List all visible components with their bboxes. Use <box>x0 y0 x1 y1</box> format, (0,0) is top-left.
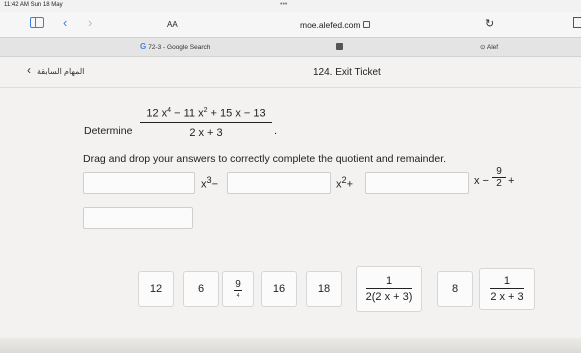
dividend: 12 x4 − 11 x2 + 15 x − 13 <box>140 107 272 123</box>
back-chevron-icon[interactable]: ‹ <box>27 63 31 77</box>
division-expression: 12 x4 − 11 x2 + 15 x − 13 2 x + 3 <box>140 107 272 139</box>
option-label: 6 <box>197 283 205 295</box>
screen-bottom-edge <box>0 338 581 353</box>
option-numerator: 1 <box>365 275 413 289</box>
status-time: 11:42 AM Sun 18 May <box>4 2 63 8</box>
drop-zone-2[interactable] <box>227 172 331 194</box>
divisor: 2 x + 3 <box>189 126 223 139</box>
option-numerator: 9 <box>234 279 242 291</box>
instruction-text: Drag and drop your answers to correctly … <box>83 153 447 165</box>
text-size-button[interactable]: AA <box>167 20 178 29</box>
browser-back-icon[interactable]: ‹ <box>63 15 67 30</box>
option-tile[interactable]: 1 2 x + 3 <box>479 268 535 310</box>
drop-zone-4[interactable] <box>83 207 193 229</box>
option-denominator: 2(2 x + 3) <box>365 291 413 303</box>
option-tile[interactable]: 94 <box>222 271 254 307</box>
option-numerator: 1 <box>490 275 524 289</box>
tab-close-icon[interactable] <box>336 43 343 50</box>
app-header: ‹ المهام السابقة 124. Exit Ticket <box>0 57 581 88</box>
option-tile[interactable]: 6 <box>183 271 219 307</box>
option-tile[interactable]: 1 2(2 x + 3) <box>356 266 422 312</box>
tab-google-search[interactable]: G 72-3 - Google Search <box>140 42 210 51</box>
reload-icon[interactable]: ↻ <box>485 17 494 30</box>
address-bar[interactable]: moe.alefed.com <box>300 20 371 30</box>
option-label: 8 <box>451 283 459 295</box>
sidebar-toggle-icon[interactable] <box>30 17 44 28</box>
status-bar: 11:42 AM Sun 18 May ••• <box>0 0 581 12</box>
browser-toolbar: ‹ › AA moe.alefed.com ↻ <box>0 12 581 37</box>
browser-forward-icon[interactable]: › <box>88 15 92 30</box>
option-tile[interactable]: 16 <box>261 271 297 307</box>
tab-alef[interactable]: ⊙ Alef <box>480 43 498 51</box>
determine-label: Determine <box>84 125 133 137</box>
google-icon: G <box>140 42 147 51</box>
option-denominator: 2 x + 3 <box>490 291 524 303</box>
tab-label: 72-3 - Google Search <box>148 44 211 51</box>
lock-icon <box>363 21 371 28</box>
term-x-cubed: x3− <box>201 175 219 191</box>
sentence-period: . <box>274 125 278 137</box>
back-link[interactable]: المهام السابقة <box>37 67 84 76</box>
option-tile[interactable]: 12 <box>138 271 174 307</box>
share-icon[interactable] <box>573 17 581 28</box>
tabs-bar: G 72-3 - Google Search ⊙ Alef <box>0 37 581 57</box>
option-label: 18 <box>317 283 331 295</box>
term-x-minus: x − <box>474 175 489 187</box>
drop-zone-3[interactable] <box>365 172 469 194</box>
frac-denominator: 2 <box>496 178 502 189</box>
option-tile[interactable]: 8 <box>437 271 473 307</box>
drop-zone-1[interactable] <box>83 172 195 194</box>
frac-numerator: 9 <box>492 166 506 178</box>
multitask-dots[interactable]: ••• <box>280 1 287 8</box>
option-label: 12 <box>149 283 163 295</box>
fraction-nine-halves: 9 2 <box>492 166 506 189</box>
term-x-squared: x2+ <box>336 175 354 191</box>
option-label: 16 <box>272 283 286 295</box>
plus-sign: + <box>508 175 515 187</box>
screen: 11:42 AM Sun 18 May ••• ‹ › AA moe.alefe… <box>0 0 581 353</box>
option-tile[interactable]: 18 <box>306 271 342 307</box>
option-denominator: 4 <box>236 293 240 299</box>
page-title: 124. Exit Ticket <box>313 67 381 78</box>
url-text: moe.alefed.com <box>300 20 361 30</box>
tab-label: Alef <box>486 44 499 51</box>
